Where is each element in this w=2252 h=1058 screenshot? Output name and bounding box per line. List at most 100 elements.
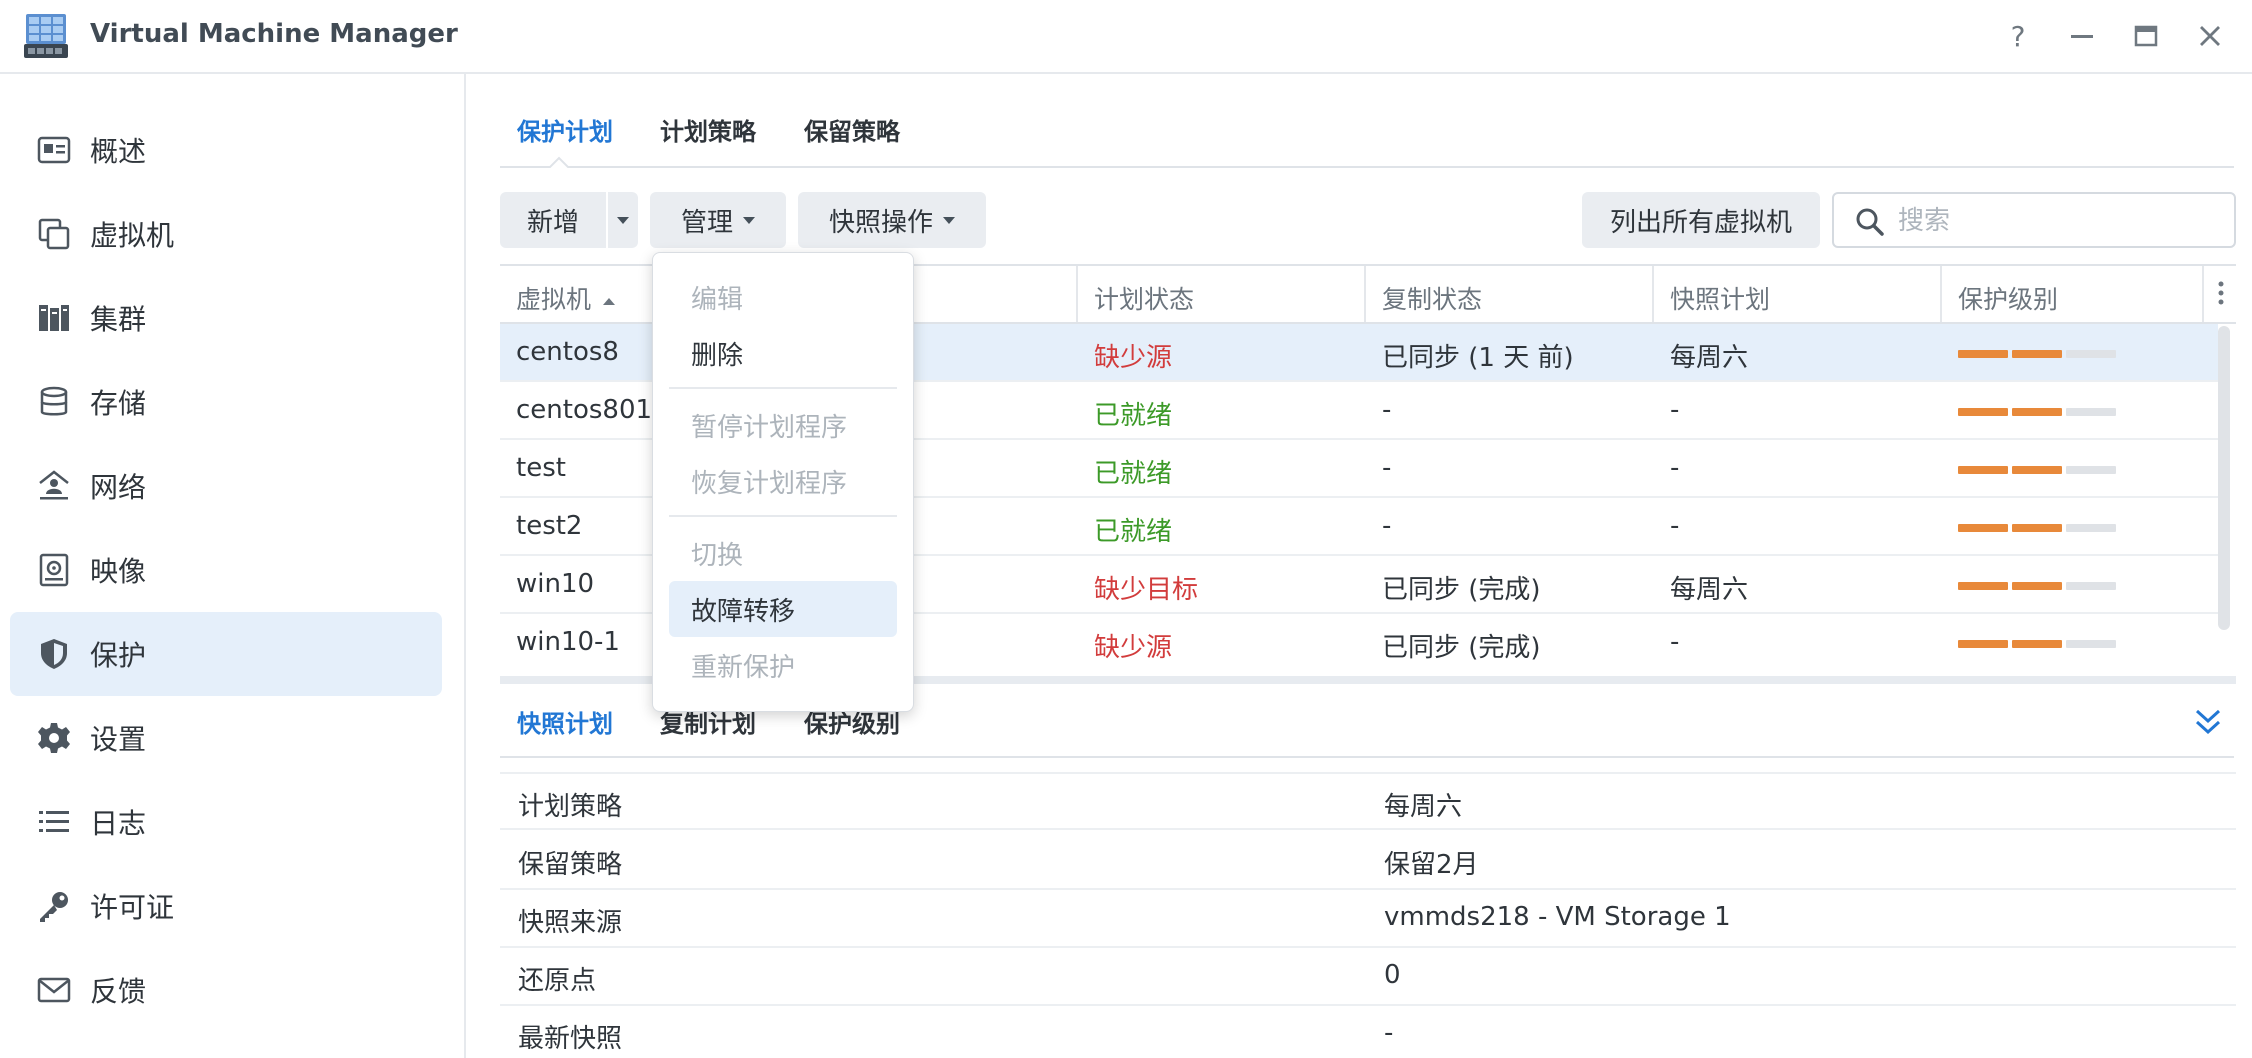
menu-item-pause-scheduler[interactable]: 暂停计划程序 — [669, 397, 897, 453]
detail-row: 还原点 0 — [500, 948, 2236, 1006]
protection-level-segment — [2066, 582, 2116, 590]
column-header-snapshot-plan[interactable]: 快照计划 — [1670, 280, 1770, 316]
column-separator — [1364, 266, 1366, 322]
snapshot-plan: - — [1670, 511, 1680, 541]
active-tab-indicator — [549, 156, 569, 168]
snapshot-plan: - — [1670, 627, 1680, 657]
vm-name: win10 — [516, 569, 595, 599]
snapshot-plan: 每周六 — [1670, 575, 1749, 605]
title-bar: Virtual Machine Manager ? — [0, 0, 2252, 74]
maximize-button[interactable] — [2126, 16, 2166, 56]
detail-value: 0 — [1384, 960, 1401, 990]
add-menu-button[interactable] — [608, 192, 638, 248]
collapse-icon[interactable] — [2192, 706, 2224, 738]
vm-name: test — [516, 453, 566, 483]
sidebar-item-license[interactable]: 许可证 — [10, 864, 442, 948]
sidebar-item-label: 反馈 — [90, 975, 147, 1008]
plan-status: 已就绪 — [1094, 401, 1173, 431]
protection-level-meter — [1958, 582, 2116, 590]
sidebar-item-label: 保护 — [90, 639, 147, 672]
network-icon — [39, 470, 69, 500]
column-separator — [1940, 266, 1942, 322]
column-header-replication-status[interactable]: 复制状态 — [1382, 280, 1482, 316]
menu-item-failover[interactable]: 故障转移 — [669, 581, 897, 637]
sidebar-item-overview[interactable]: 概述 — [10, 108, 442, 192]
search-input[interactable] — [1898, 204, 2218, 238]
manage-button[interactable]: 管理 — [650, 192, 786, 248]
protection-level-meter — [1958, 524, 2116, 532]
cluster-icon — [39, 305, 69, 331]
list-all-vms-button[interactable]: 列出所有虚拟机 — [1582, 192, 1820, 248]
menu-item-switchover[interactable]: 切换 — [669, 525, 897, 581]
protection-level-segment — [2012, 582, 2062, 590]
detail-tab-divider — [500, 756, 2234, 758]
maximize-icon — [2134, 25, 2158, 47]
protection-level-segment — [1958, 466, 2008, 474]
grid-scrollbar[interactable] — [2218, 326, 2230, 630]
detail-key: 最新快照 — [518, 1024, 623, 1054]
sidebar-item-settings[interactable]: 设置 — [10, 696, 442, 780]
tab-plan-policy[interactable]: 计划策略 — [660, 112, 756, 147]
protection-level-segment — [2066, 524, 2116, 532]
protection-level-segment — [2012, 408, 2062, 416]
sidebar-item-virtual-machine[interactable]: 虚拟机 — [10, 192, 442, 276]
replication-status: - — [1382, 511, 1392, 541]
tab-retention-policy[interactable]: 保留策略 — [804, 112, 900, 147]
tab-protection-plan[interactable]: 保护计划 — [517, 112, 613, 147]
mail-icon — [37, 977, 71, 1003]
close-button[interactable] — [2190, 16, 2230, 56]
menu-item-resume-scheduler[interactable]: 恢复计划程序 — [669, 453, 897, 509]
protection-level-segment — [1958, 408, 2008, 416]
vm-name: centos8 — [516, 337, 619, 367]
plan-status: 已就绪 — [1094, 517, 1173, 547]
protection-level-segment — [2012, 466, 2062, 474]
sidebar: 概述 虚拟机 集群 存储 网络 映像 保护 设置 日志 许可证 反馈 — [0, 74, 466, 1058]
sidebar-item-cluster[interactable]: 集群 — [10, 276, 442, 360]
sidebar-item-label: 设置 — [90, 723, 147, 756]
column-header-vm[interactable]: 虚拟机 — [516, 280, 615, 316]
key-icon — [40, 892, 68, 922]
menu-item-reprotect[interactable]: 重新保护 — [669, 637, 897, 693]
sidebar-item-label: 映像 — [90, 555, 147, 588]
protection-level-meter — [1958, 408, 2116, 416]
replication-status: - — [1382, 395, 1392, 425]
vm-name: centos801 — [516, 395, 653, 425]
sidebar-item-label: 许可证 — [90, 891, 175, 924]
detail-value: 保留2月 — [1384, 850, 1479, 880]
replication-status: 已同步 (1 天 前) — [1382, 343, 1574, 373]
replication-status: - — [1382, 453, 1392, 483]
tab-snapshot-plan[interactable]: 快照计划 — [517, 704, 613, 739]
tab-divider — [500, 166, 2234, 168]
sidebar-item-log[interactable]: 日志 — [10, 780, 442, 864]
snapshot-operations-button[interactable]: 快照操作 — [798, 192, 986, 248]
sidebar-item-feedback[interactable]: 反馈 — [10, 948, 442, 1032]
sidebar-item-label: 网络 — [90, 471, 147, 504]
app-logo-icon — [24, 14, 68, 58]
protection-level-meter — [1958, 350, 2116, 358]
menu-item-delete[interactable]: 删除 — [669, 325, 897, 381]
app-title: Virtual Machine Manager — [90, 19, 458, 49]
vm-name: test2 — [516, 511, 583, 541]
sidebar-item-label: 虚拟机 — [90, 219, 175, 252]
add-button[interactable]: 新增 — [500, 192, 606, 248]
minimize-button[interactable] — [2062, 16, 2102, 56]
plan-status: 缺少源 — [1094, 633, 1173, 663]
menu-item-edit[interactable]: 编辑 — [669, 269, 897, 325]
sidebar-item-label: 集群 — [90, 303, 147, 336]
column-header-plan-status[interactable]: 计划状态 — [1094, 280, 1194, 316]
column-options-icon[interactable] — [2218, 280, 2224, 306]
menu-divider — [669, 515, 897, 517]
sidebar-item-storage[interactable]: 存储 — [10, 360, 442, 444]
detail-row: 计划策略 每周六 — [500, 772, 2236, 830]
sidebar-item-image[interactable]: 映像 — [10, 528, 442, 612]
sidebar-item-protection[interactable]: 保护 — [10, 612, 442, 696]
detail-key: 快照来源 — [518, 908, 623, 938]
column-header-protection-level[interactable]: 保护级别 — [1958, 280, 2058, 316]
sidebar-item-label: 日志 — [90, 807, 147, 840]
protection-level-segment — [2066, 350, 2116, 358]
protection-level-segment — [2012, 524, 2062, 532]
help-button[interactable]: ? — [1998, 16, 2038, 56]
column-separator — [2202, 266, 2204, 322]
search-box — [1832, 192, 2236, 248]
sidebar-item-network[interactable]: 网络 — [10, 444, 442, 528]
